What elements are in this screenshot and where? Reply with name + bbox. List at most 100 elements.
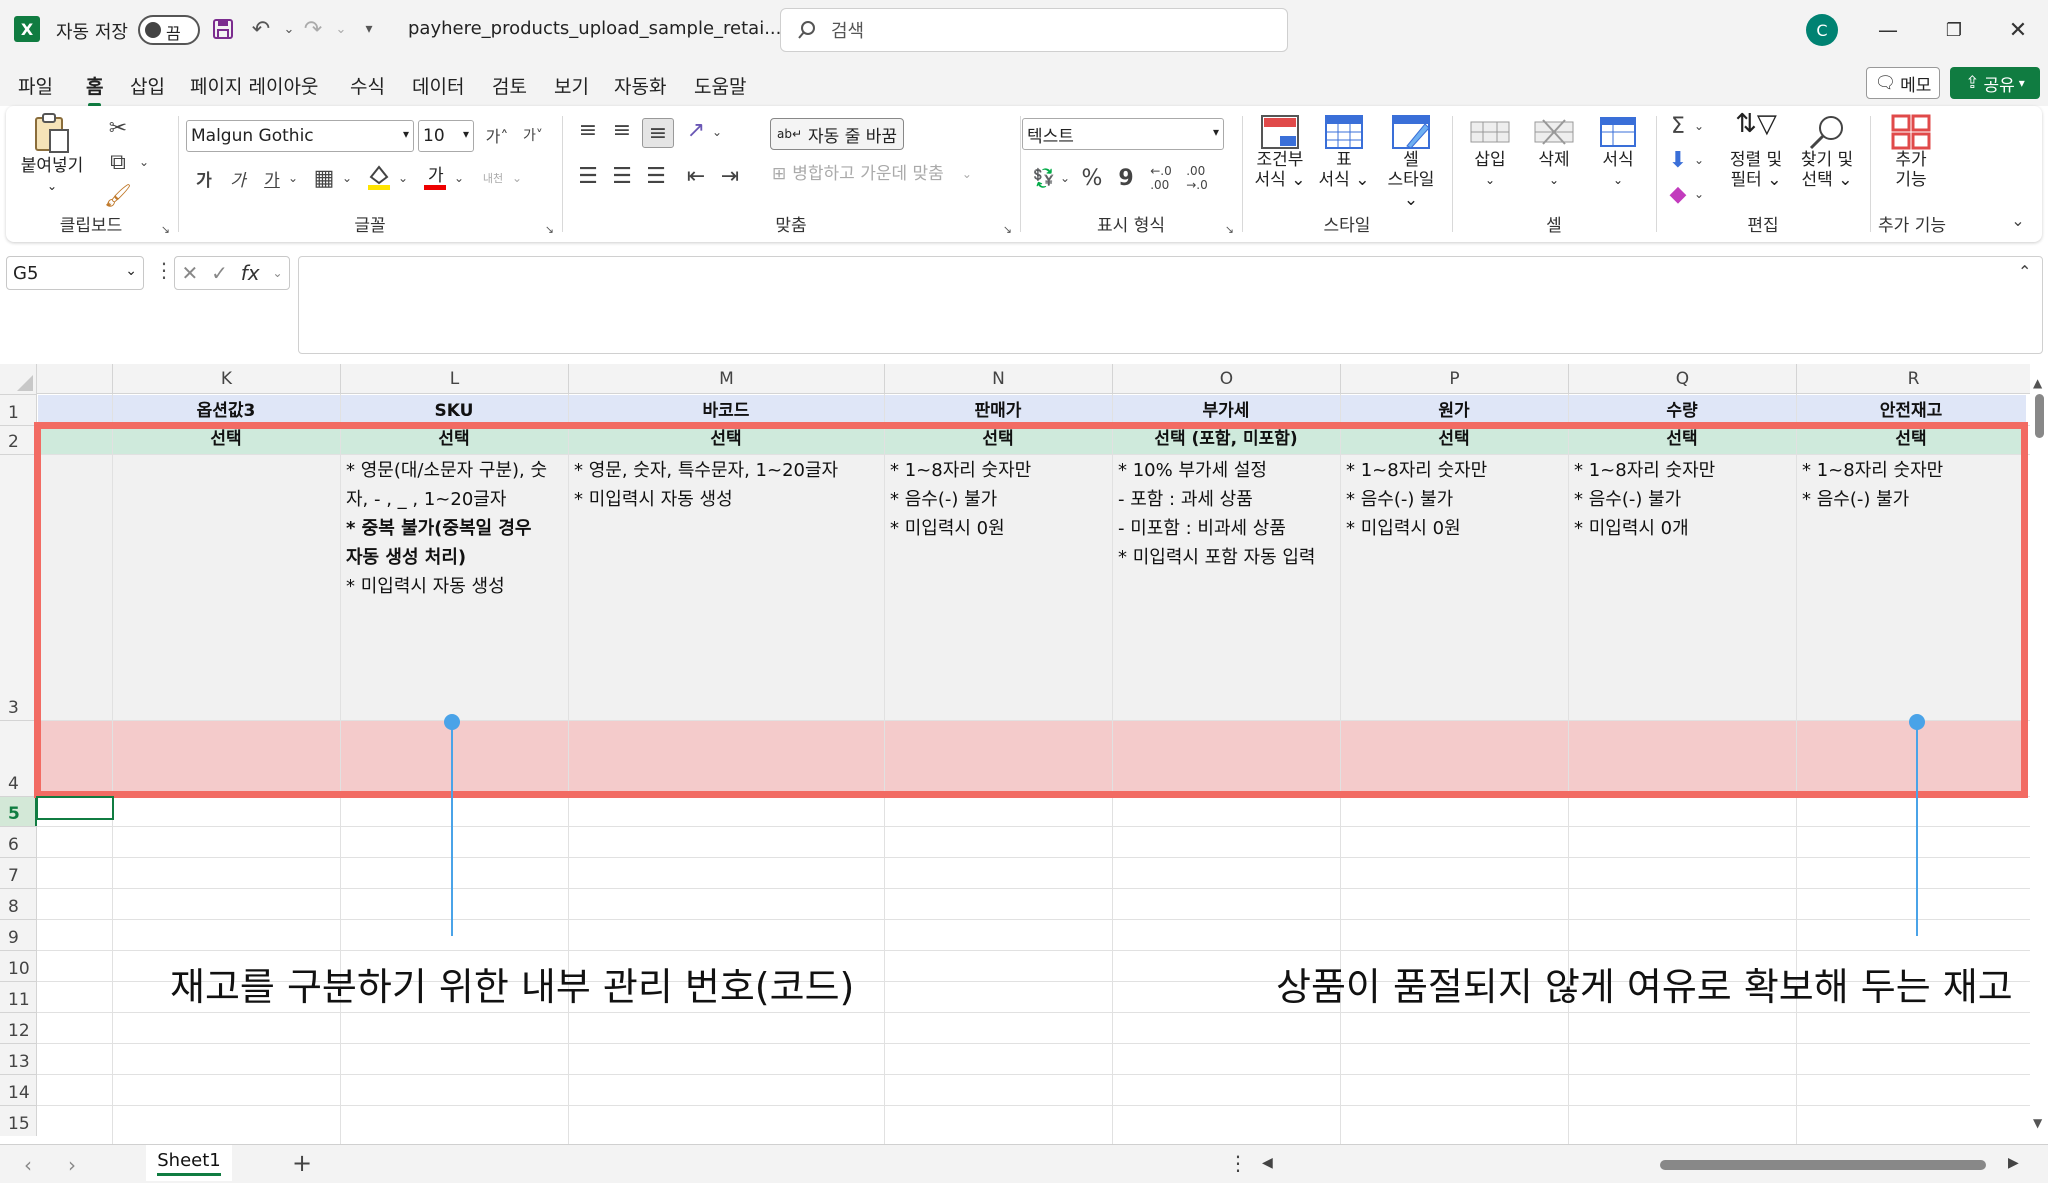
row-header-14[interactable]: 14	[0, 1074, 37, 1105]
fill-icon[interactable]: ⬇	[1664, 146, 1692, 174]
chevron-down-icon[interactable]: ⌄	[1692, 182, 1706, 206]
comma-button[interactable]: 9	[1112, 164, 1140, 192]
more-options-icon[interactable]: ⋮	[154, 258, 174, 282]
tab-view[interactable]: 보기	[554, 72, 589, 99]
addins-button[interactable]: 추가 기능	[1876, 114, 1946, 190]
horizontal-scroll-thumb[interactable]	[1660, 1160, 1986, 1170]
add-sheet-button[interactable]: +	[292, 1149, 312, 1177]
row-header-10[interactable]: 10	[0, 950, 37, 981]
scroll-up-icon[interactable]: ▲	[2033, 376, 2042, 390]
column-header-q[interactable]: Q	[1568, 364, 1796, 394]
tab-splitter-icon[interactable]: ⋮	[1228, 1151, 1248, 1175]
chevron-down-icon[interactable]: ⌄	[510, 166, 524, 190]
row-header-6[interactable]: 6	[0, 826, 37, 857]
chevron-down-icon[interactable]: ⌄	[286, 166, 300, 190]
tab-review[interactable]: 검토	[492, 72, 527, 99]
chevron-down-icon[interactable]: ⌄	[1058, 166, 1072, 190]
row-header-5[interactable]: 5	[0, 796, 37, 826]
save-icon[interactable]	[208, 14, 238, 44]
avatar[interactable]: C	[1806, 14, 1838, 46]
autosave-toggle[interactable]: 끔	[138, 15, 200, 45]
format-painter-icon[interactable]: 🖌	[104, 182, 132, 210]
row-header-13[interactable]: 13	[0, 1043, 37, 1074]
prev-sheet-icon[interactable]: ‹	[24, 1153, 32, 1177]
restore-icon[interactable]: ❐	[1936, 12, 1972, 48]
percent-button[interactable]: %	[1078, 164, 1106, 192]
align-left-icon[interactable]: ☰	[574, 162, 602, 190]
copy-icon[interactable]: ⧉	[104, 148, 132, 176]
cell-l1[interactable]: SKU	[340, 398, 568, 424]
cell-styles-button[interactable]: 셀 스타일 ⌄	[1378, 114, 1444, 210]
scroll-right-icon[interactable]: ▶	[2008, 1155, 2019, 1171]
vertical-scroll-thumb[interactable]	[2035, 394, 2044, 438]
chevron-down-icon[interactable]: ⌄	[340, 166, 354, 190]
column-header-o[interactable]: O	[1112, 364, 1340, 394]
tab-formulas[interactable]: 수식	[350, 72, 385, 99]
collapse-ribbon-icon[interactable]: ⌄	[2006, 208, 2030, 232]
increase-decimal-icon[interactable]: ←.0.00	[1146, 164, 1176, 192]
cell-p1[interactable]: 원가	[1340, 398, 1568, 424]
minimize-icon[interactable]: —	[1870, 12, 1906, 48]
insert-function-button[interactable]: fx	[241, 261, 260, 285]
tab-insert[interactable]: 삽입	[130, 72, 165, 99]
format-cells-button[interactable]: 서식 ⌄	[1590, 114, 1646, 190]
tab-page-layout[interactable]: 페이지 레이아웃	[190, 72, 318, 99]
comments-button[interactable]: 🗨 메모	[1866, 67, 1940, 99]
select-all-corner[interactable]	[0, 364, 37, 394]
row-header-1[interactable]: 1	[0, 394, 37, 425]
tab-file[interactable]: 파일	[18, 72, 53, 99]
chevron-down-icon[interactable]: ⌄	[272, 266, 282, 280]
cut-icon[interactable]: ✂	[104, 114, 132, 142]
tab-data[interactable]: 데이터	[412, 72, 464, 99]
active-cell-g5[interactable]	[36, 796, 114, 820]
font-name-select[interactable]: Malgun Gothic ▾	[186, 120, 414, 152]
collapse-formula-bar-icon[interactable]: ⌃	[2018, 262, 2031, 281]
increase-font-icon[interactable]: 가˄	[482, 120, 512, 150]
chevron-down-icon[interactable]: ⌄	[1692, 148, 1706, 172]
row-header-11[interactable]: 11	[0, 981, 37, 1012]
sort-filter-button[interactable]: ⇅▽ 정렬 및 필터 ⌄	[1724, 111, 1788, 190]
tab-help[interactable]: 도움말	[694, 72, 746, 99]
chevron-down-icon[interactable]: ⌄	[396, 166, 410, 190]
insert-cells-button[interactable]: 삽입 ⌄	[1462, 114, 1518, 190]
column-header-p[interactable]: P	[1340, 364, 1568, 394]
row-header-15[interactable]: 15	[0, 1105, 37, 1136]
name-box[interactable]: G5 ⌄	[6, 256, 144, 290]
italic-button[interactable]: 가	[224, 164, 252, 192]
cell-m1[interactable]: 바코드	[568, 398, 884, 424]
decrease-indent-icon[interactable]: ⇤	[682, 162, 710, 190]
column-header-j[interactable]	[38, 364, 112, 394]
orientation-icon[interactable]: ↗	[682, 116, 710, 144]
font-size-select[interactable]: 10 ▾	[418, 120, 474, 152]
format-as-table-button[interactable]: 표 서식 ⌄	[1314, 114, 1374, 190]
customize-quick-access-icon[interactable]: ▾	[354, 14, 384, 44]
font-color-icon[interactable]: 가	[420, 162, 450, 192]
chevron-down-icon[interactable]: ⌄	[452, 166, 466, 190]
phonetic-guide-icon[interactable]: 내천	[476, 164, 510, 192]
paste-button[interactable]: 붙여넣기 ⌄	[20, 112, 84, 196]
search-box[interactable]: 검색	[780, 8, 1288, 52]
row-header-8[interactable]: 8	[0, 888, 37, 919]
cell-r1[interactable]: 안전재고	[1796, 398, 2026, 424]
column-header-n[interactable]: N	[884, 364, 1112, 394]
tab-automate[interactable]: 자동화	[614, 72, 666, 99]
find-select-button[interactable]: 찾기 및 선택 ⌄	[1794, 114, 1860, 190]
delete-cells-button[interactable]: 삭제 ⌄	[1526, 114, 1582, 190]
chevron-down-icon[interactable]: ⌄	[710, 120, 724, 144]
merge-center-button[interactable]: ⊞ 병합하고 가운데 맞춤 ⌄	[772, 164, 972, 184]
row-header-4[interactable]: 4	[0, 720, 37, 796]
formula-input[interactable]	[298, 256, 2043, 354]
row-header-9[interactable]: 9	[0, 919, 37, 950]
column-header-l[interactable]: L	[340, 364, 568, 394]
autosum-icon[interactable]: Σ	[1664, 112, 1692, 140]
conditional-formatting-button[interactable]: 조건부 서식 ⌄	[1250, 114, 1310, 190]
redo-icon[interactable]: ↷	[298, 14, 328, 44]
cell-o1[interactable]: 부가세	[1112, 398, 1340, 424]
cell-q1[interactable]: 수량	[1568, 398, 1796, 424]
underline-button[interactable]: 가	[258, 164, 286, 192]
chevron-down-icon[interactable]: ⌄	[1692, 114, 1706, 138]
decrease-decimal-icon[interactable]: .00 →.0	[1182, 164, 1212, 192]
decrease-font-icon[interactable]: 가˅	[518, 120, 548, 150]
dialog-launcher-icon[interactable]: ↘	[1003, 223, 1012, 236]
undo-icon[interactable]: ↶	[246, 14, 276, 44]
